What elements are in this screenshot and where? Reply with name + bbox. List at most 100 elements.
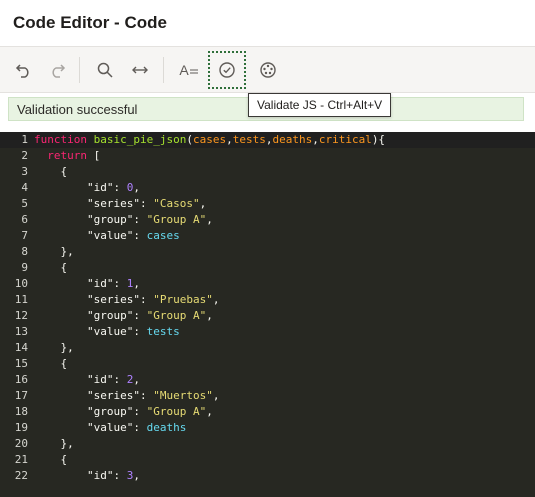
code-line[interactable]: 10 "id": 1, <box>0 276 535 292</box>
code-text: "series": "Casos", <box>34 197 206 210</box>
code-text: "group": "Group A", <box>34 405 213 418</box>
line-number: 10 <box>14 277 28 290</box>
code-token: basic_pie_json <box>93 133 187 146</box>
code-line[interactable]: 19 "value": deaths <box>0 420 535 436</box>
code-token: { <box>34 261 68 274</box>
code-text: "series": "Muertos", <box>34 389 219 402</box>
code-token: "Group A" <box>146 309 207 322</box>
code-token: "value": <box>86 229 147 242</box>
line-number: 14 <box>14 341 28 354</box>
search-icon <box>97 62 113 78</box>
code-line[interactable]: 9 { <box>0 260 535 276</box>
code-token: "Pruebas" <box>153 293 213 306</box>
code-line[interactable]: 1 function basic_pie_json(cases,tests,dea… <box>0 132 535 148</box>
code-line[interactable]: 15 { <box>0 356 535 372</box>
code-text: "group": "Group A", <box>34 213 213 226</box>
code-text: { <box>34 165 67 178</box>
code-line[interactable]: 18 "group": "Group A", <box>0 404 535 420</box>
check-circle-icon <box>219 62 235 78</box>
code-text: { <box>34 453 67 466</box>
code-line[interactable]: 2 return [ <box>0 148 535 164</box>
code-line[interactable]: 11 "series": "Pruebas", <box>0 292 535 308</box>
code-line[interactable]: 5 "series": "Casos", <box>0 196 535 212</box>
code-text: "value": tests <box>34 325 180 338</box>
code-text: "group": "Group A", <box>34 309 213 322</box>
code-line[interactable]: 6 "group": "Group A", <box>0 212 535 228</box>
line-number: 21 <box>14 453 28 466</box>
code-line[interactable]: 20 }, <box>0 436 535 452</box>
undo-icon <box>15 64 29 78</box>
code-text: "value": cases <box>34 229 180 242</box>
line-number: 18 <box>14 405 28 418</box>
theme-settings-button[interactable] <box>253 55 283 85</box>
line-number: 6 <box>21 213 28 226</box>
line-number: 22 <box>14 469 28 482</box>
code-token: }, <box>34 341 74 354</box>
code-token: , <box>133 373 140 386</box>
line-number: 19 <box>14 421 28 434</box>
line-number: 15 <box>14 357 28 370</box>
code-token: "group": <box>86 213 147 226</box>
line-number: 2 <box>21 149 28 162</box>
code-line[interactable]: 8 }, <box>0 244 535 260</box>
code-token: "Group A" <box>146 405 207 418</box>
code-token: , <box>206 213 213 226</box>
code-token: "series": <box>86 293 154 306</box>
undo-button[interactable] <box>9 55 39 85</box>
code-text: }, <box>34 341 74 354</box>
format-label: A <box>179 62 189 78</box>
code-line[interactable]: 13 "value": tests <box>0 324 535 340</box>
code-token: [ <box>87 149 101 162</box>
dialog-title: Code Editor - Code <box>13 13 167 32</box>
code-text: "id": 3, <box>34 469 140 482</box>
code-token: "value": <box>86 325 147 338</box>
code-token: , <box>133 469 140 482</box>
code-line[interactable]: 22 "id": 3, <box>0 468 535 484</box>
code-token: "Group A" <box>146 213 207 226</box>
code-token: deaths <box>146 421 187 434</box>
validate-button[interactable] <box>208 51 246 89</box>
code-text: { <box>34 357 67 370</box>
code-line[interactable]: 17 "series": "Muertos", <box>0 388 535 404</box>
code-token: , <box>133 181 140 194</box>
code-line[interactable]: 7 "value": cases <box>0 228 535 244</box>
code-text: }, <box>34 245 74 258</box>
code-token: }, <box>34 437 74 450</box>
code-token: , <box>206 309 213 322</box>
code-line[interactable]: 16 "id": 2, <box>0 372 535 388</box>
replace-button[interactable] <box>125 55 155 85</box>
code-line[interactable]: 14 }, <box>0 340 535 356</box>
code-line[interactable]: 4 "id": 0, <box>0 180 535 196</box>
line-number: 17 <box>14 389 28 402</box>
code-token: , <box>206 405 213 418</box>
line-number: 16 <box>14 373 28 386</box>
line-number: 5 <box>21 197 28 210</box>
line-number: 20 <box>14 437 28 450</box>
code-text: function basic_pie_json(cases,tests,deat… <box>34 133 385 146</box>
code-token: "Muertos" <box>153 389 213 402</box>
line-number: 4 <box>21 181 28 194</box>
code-editor[interactable]: 1 function basic_pie_json(cases,tests,dea… <box>0 132 535 497</box>
code-line[interactable]: 12 "group": "Group A", <box>0 308 535 324</box>
code-token: , <box>133 277 140 290</box>
format-button[interactable]: A <box>174 55 204 85</box>
line-number: 7 <box>21 229 28 242</box>
code-token: { <box>34 357 68 370</box>
line-number: 11 <box>14 293 28 306</box>
code-token: { <box>34 453 68 466</box>
code-token: cases <box>146 229 180 242</box>
code-token: "value": <box>86 421 147 434</box>
code-token: function <box>34 133 94 146</box>
code-text: "id": 0, <box>34 181 140 194</box>
code-line[interactable]: 3 { <box>0 164 535 180</box>
code-token: }, <box>34 245 74 258</box>
search-button[interactable] <box>90 55 120 85</box>
redo-button[interactable] <box>42 55 72 85</box>
code-text: return [ <box>34 149 100 162</box>
code-line[interactable]: 21 { <box>0 452 535 468</box>
